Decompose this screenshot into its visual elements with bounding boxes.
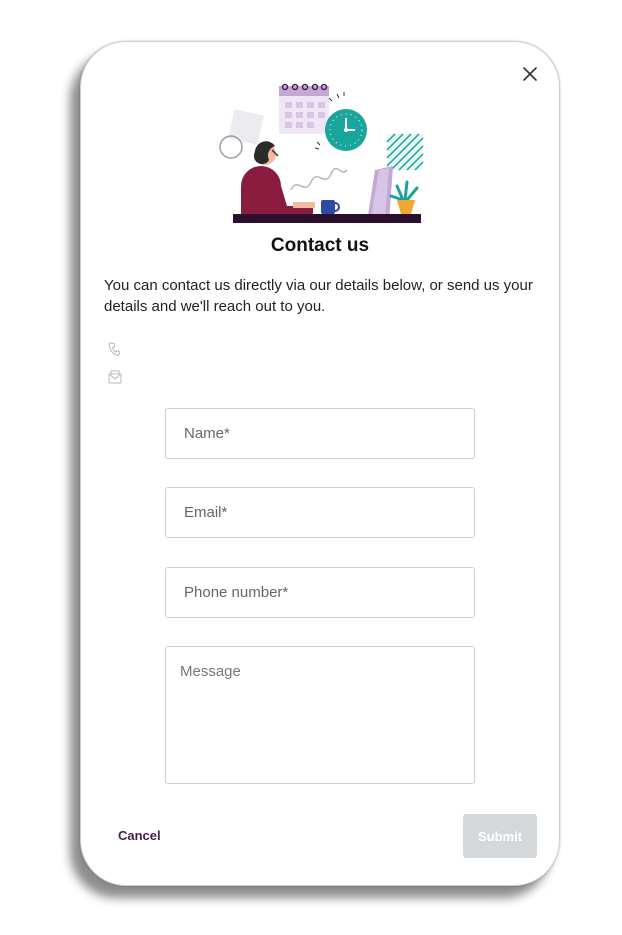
contact-phone-row <box>107 342 135 358</box>
email-icon <box>108 370 122 384</box>
contact-email-row <box>107 369 135 385</box>
submit-button[interactable]: Submit <box>463 814 537 858</box>
close-button[interactable] <box>520 64 540 84</box>
message-textarea[interactable] <box>165 646 475 784</box>
phone-icon <box>108 342 121 357</box>
cancel-button[interactable]: Cancel <box>118 828 161 843</box>
email-input[interactable] <box>165 487 475 538</box>
close-icon <box>523 67 537 81</box>
phone-input[interactable] <box>165 567 475 618</box>
support-illustration <box>219 83 424 223</box>
name-input[interactable] <box>165 408 475 459</box>
dialog-intro-text: You can contact us directly via our deta… <box>104 277 533 315</box>
dialog-title: Contact us <box>270 235 370 256</box>
contact-dialog: Contact us You can contact us directly v… <box>80 41 560 886</box>
